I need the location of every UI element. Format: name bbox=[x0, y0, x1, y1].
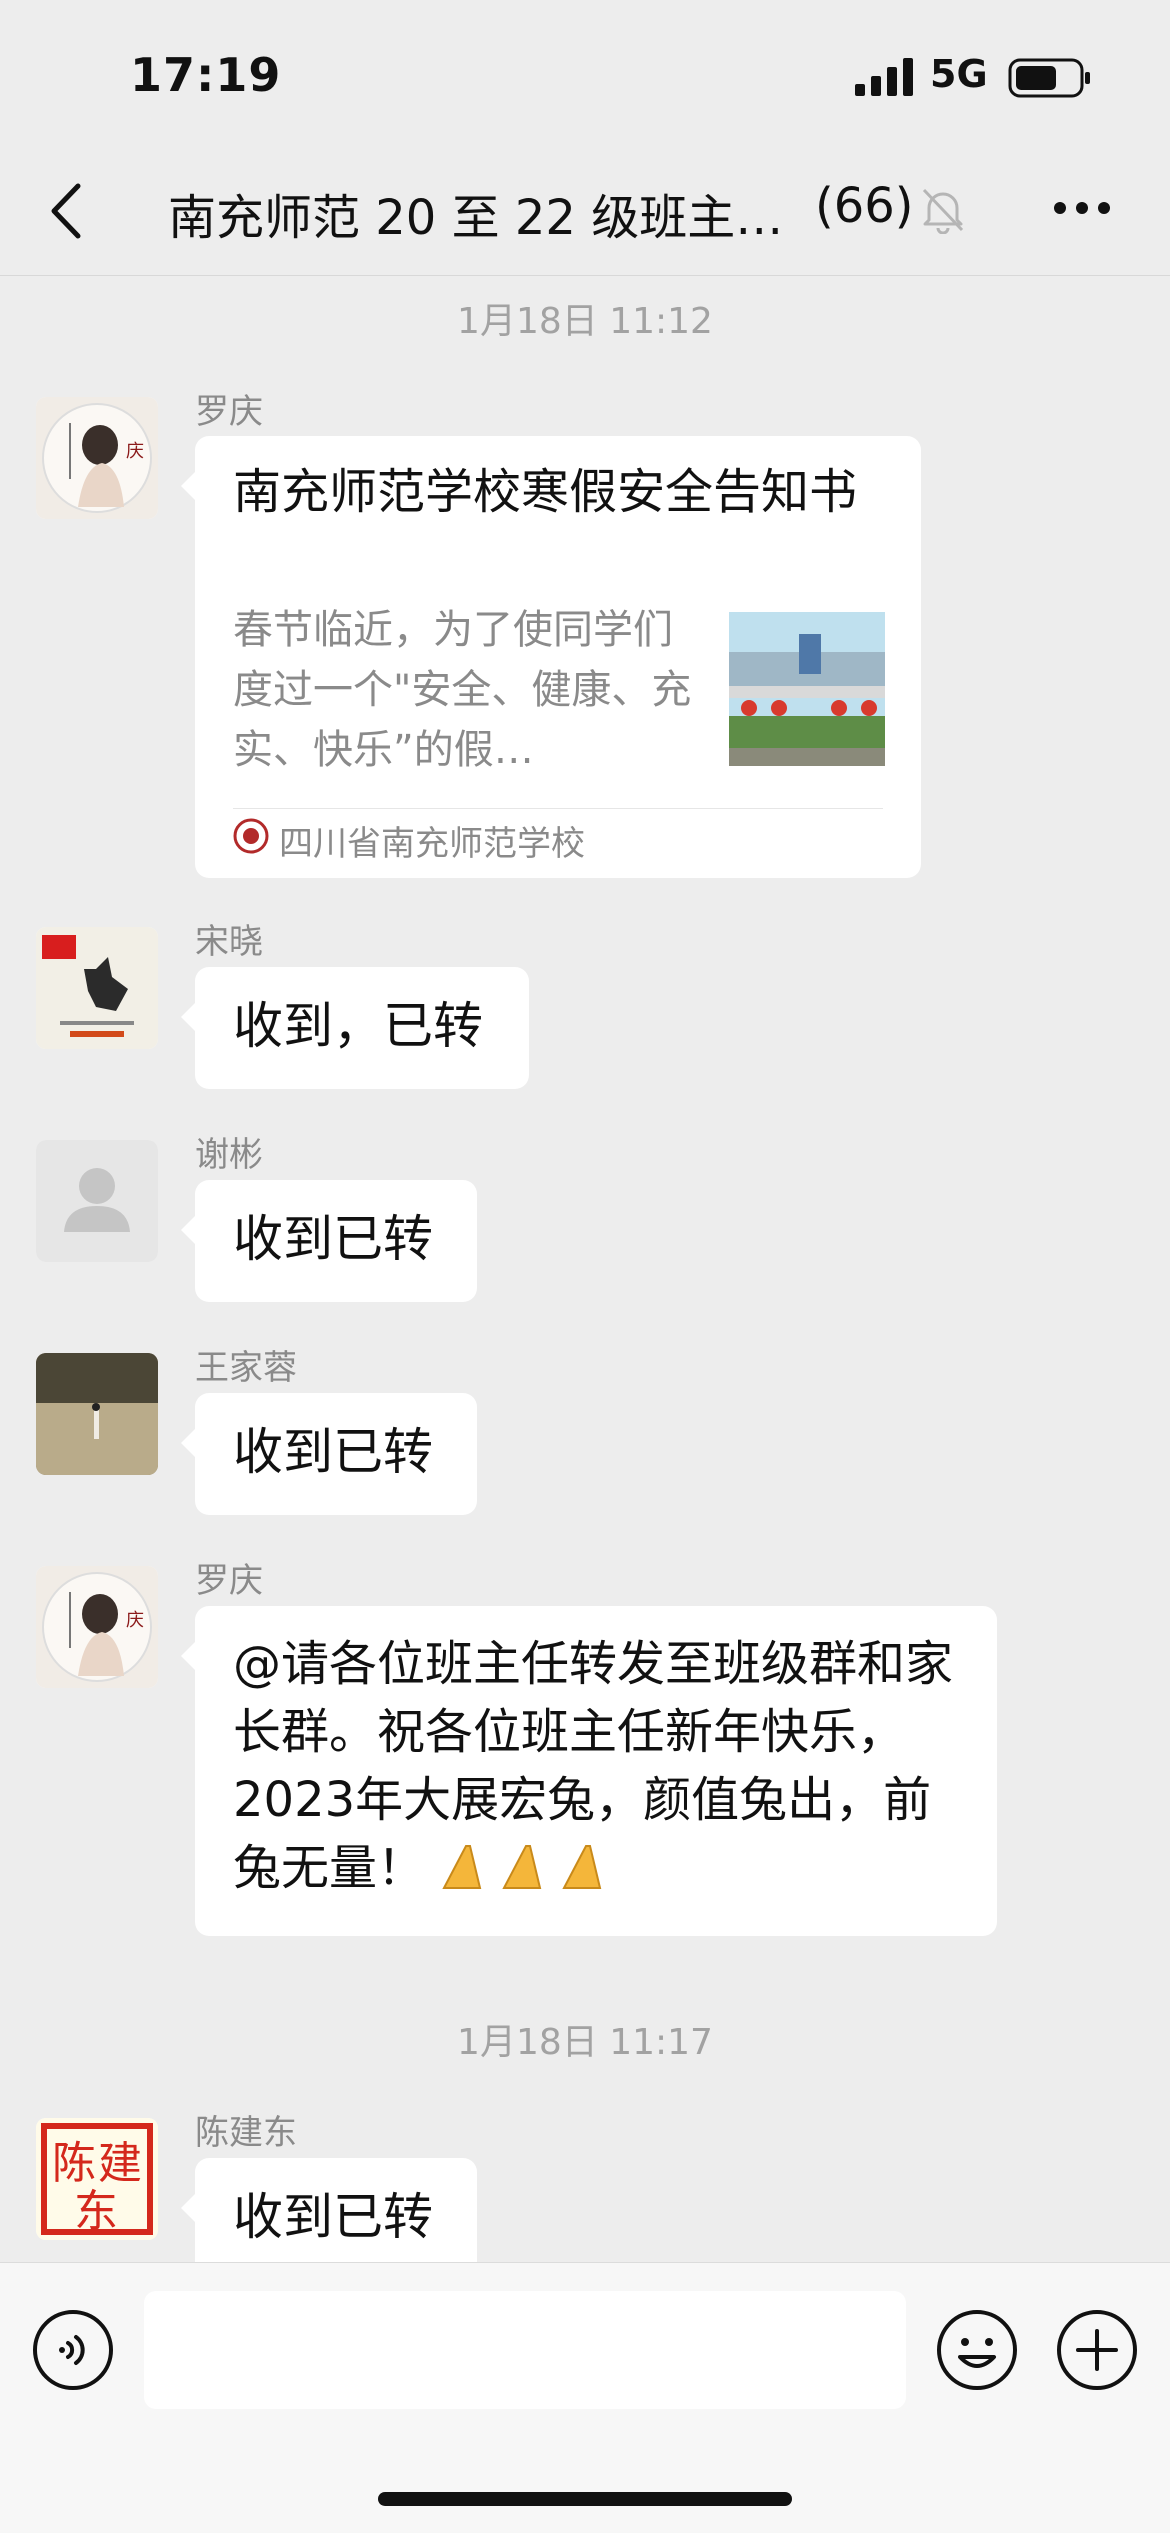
sender-name: 陈建东 bbox=[195, 2113, 297, 2153]
message-input[interactable] bbox=[144, 2291, 906, 2409]
timestamp: 1月18日 11:12 bbox=[457, 301, 713, 342]
avatar[interactable] bbox=[36, 1353, 158, 1475]
avatar[interactable]: 庆 bbox=[36, 1566, 158, 1688]
message-bubble[interactable]: 收到已转 bbox=[181, 1393, 477, 1515]
message-bubble[interactable]: 收到已转 bbox=[181, 2158, 477, 2262]
avatar[interactable] bbox=[36, 1140, 158, 1262]
message-bubble[interactable]: 收到，已转 bbox=[181, 967, 529, 1089]
card-description: 春节临近，为了使同学们度过一个"安全、健康、充实、快乐”的假… bbox=[233, 607, 692, 773]
cellular-signal-icon bbox=[855, 58, 913, 96]
home-indicator bbox=[378, 2492, 792, 2506]
chat-header: 南充师范 20 至 22 级班主… (66) bbox=[0, 150, 1170, 276]
folded-hands-emoji-icon bbox=[442, 1845, 602, 1889]
card-divider bbox=[233, 808, 883, 809]
timestamp: 1月18日 11:17 bbox=[457, 2022, 713, 2063]
muted-bell-icon bbox=[922, 188, 964, 234]
sender-name: 罗庆 bbox=[195, 1561, 263, 1601]
avatar[interactable] bbox=[36, 927, 158, 1049]
card-title: 南充师范学校寒假安全告知书 bbox=[233, 464, 858, 520]
voice-input-icon[interactable] bbox=[32, 2309, 114, 2391]
status-bar: 17:19 5G bbox=[0, 0, 1170, 150]
message-bubble[interactable]: 收到已转 bbox=[181, 1180, 477, 1302]
svg-text:陈: 陈 bbox=[52, 2138, 96, 2189]
plus-icon[interactable] bbox=[1056, 2309, 1138, 2391]
sender-name: 王家蓉 bbox=[195, 1348, 297, 1388]
sender-name: 罗庆 bbox=[195, 392, 263, 432]
member-count: (66) bbox=[815, 178, 914, 234]
link-card[interactable]: 南充师范学校寒假安全告知书 春节临近，为了使同学们度过一个"安全、健康、充实、快… bbox=[181, 436, 921, 878]
avatar[interactable]: 陈 建 东 bbox=[36, 2118, 158, 2240]
card-thumbnail bbox=[729, 612, 885, 766]
card-source: 四川省南充师范学校 bbox=[279, 824, 585, 864]
school-logo-icon bbox=[233, 818, 269, 854]
emoji-icon[interactable] bbox=[936, 2309, 1018, 2391]
network-type: 5G bbox=[930, 52, 988, 96]
sender-name: 谢彬 bbox=[195, 1135, 263, 1175]
chat-title: 南充师范 20 至 22 级班主… bbox=[168, 190, 784, 246]
svg-text:建: 建 bbox=[98, 2138, 142, 2189]
sender-name: 宋晓 bbox=[195, 922, 263, 962]
status-time: 17:19 bbox=[130, 48, 282, 102]
svg-text:东: 东 bbox=[74, 2186, 118, 2237]
avatar[interactable]: 庆 bbox=[36, 397, 158, 519]
battery-icon bbox=[1008, 58, 1090, 98]
back-arrow-icon[interactable] bbox=[46, 180, 86, 242]
message-bubble[interactable]: @请各位班主任转发至班级群和家长群。祝各位班主任新年快乐，2023年大展宏兔，颜… bbox=[181, 1606, 997, 1936]
svg-text:庆: 庆 bbox=[126, 1610, 144, 1631]
svg-text:庆: 庆 bbox=[126, 441, 144, 462]
more-options-icon[interactable] bbox=[1052, 194, 1112, 222]
